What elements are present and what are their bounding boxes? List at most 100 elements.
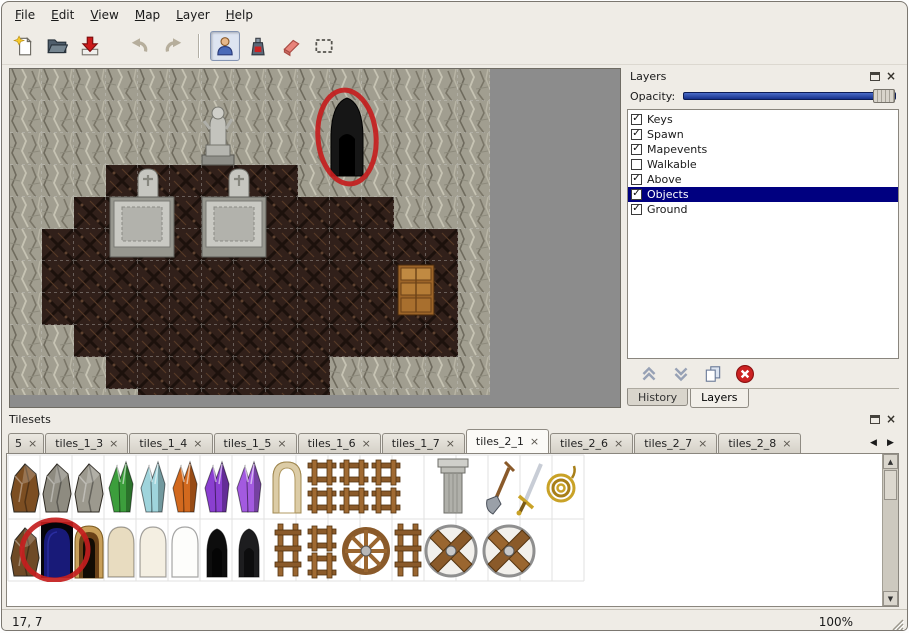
menu-help[interactable]: Help [218,5,261,25]
fill-tool-button[interactable] [243,31,273,61]
layer-row-keys[interactable]: ✓ Keys [628,112,898,127]
open-map-button[interactable] [42,31,72,61]
close-tab-icon[interactable]: × [362,438,371,449]
close-tab-icon[interactable]: × [530,436,539,447]
close-tab-icon[interactable]: × [109,438,118,449]
layer-visibility-checkbox[interactable]: ✓ [631,174,642,185]
select-tool-button[interactable] [309,31,339,61]
tileset-canvas[interactable] [7,454,882,606]
layer-name: Spawn [647,128,684,141]
layer-visibility-checkbox[interactable] [631,159,642,170]
undo-button[interactable] [125,31,155,61]
menu-edit[interactable]: Edit [43,5,82,25]
layer-visibility-checkbox[interactable]: ✓ [631,144,642,155]
scroll-down-icon[interactable]: ▼ [883,591,898,606]
crypt-slab-object [110,197,174,257]
tileset-tab[interactable]: tiles_2_6 × [550,433,633,453]
dock-tab-bar: History Layers [627,388,899,409]
layer-name: Keys [647,113,673,126]
scroll-up-icon[interactable]: ▲ [883,454,898,469]
menu-bar: File Edit View Map Layer Help [2,2,907,27]
scrollbar-track[interactable] [883,501,898,591]
tileset-tab[interactable]: tiles_1_5 × [214,433,297,453]
save-map-icon [79,35,101,57]
tileset-tab-label: tiles_2_8 [728,437,776,450]
layer-row-ground[interactable]: ✓ Ground [628,202,898,217]
tileset-tab[interactable]: tiles_1_4 × [129,433,212,453]
map-view[interactable] [9,68,621,408]
map-canvas[interactable] [10,69,620,407]
duplicate-layer-button[interactable] [703,364,723,384]
close-panel-icon[interactable]: × [886,71,896,81]
menu-file[interactable]: File [7,5,43,25]
menu-map[interactable]: Map [127,5,168,25]
layers-panel-title: Layers [630,70,666,83]
fill-tool-icon [247,35,269,57]
opacity-slider[interactable] [683,89,896,103]
tileset-tab[interactable]: tiles_1_6 × [298,433,381,453]
new-map-button[interactable] [9,31,39,61]
layer-row-mapevents[interactable]: ✓ Mapevents [628,142,898,157]
place-entity-button[interactable] [210,31,240,61]
opacity-control: Opacity: [627,86,899,106]
toolbar [2,27,907,65]
move-layer-up-button[interactable] [639,364,659,384]
layer-row-spawn[interactable]: ✓ Spawn [628,127,898,142]
check-icon: ✓ [632,144,640,154]
scrollbar-thumb[interactable] [884,470,897,500]
check-icon: ✓ [632,114,640,124]
redo-button[interactable] [158,31,188,61]
layer-visibility-checkbox[interactable]: ✓ [631,114,642,125]
close-tab-icon[interactable]: × [193,438,202,449]
menu-view[interactable]: View [82,5,126,25]
resize-grip[interactable] [890,617,904,631]
tileset-tab-label: tiles_2_7 [644,437,692,450]
layer-row-walkable[interactable]: Walkable [628,157,898,172]
move-layer-down-button[interactable] [671,364,691,384]
tileset-tab[interactable]: tiles_2_8 × [718,433,801,453]
tileset-tab-label: tiles_1_6 [308,437,356,450]
layers-panel: Layers × Opacity: ✓ Keys ✓ [627,68,899,409]
status-bar: 17, 7 100% [2,609,907,631]
menu-layer[interactable]: Layer [168,5,217,25]
opacity-slider-track[interactable] [683,92,896,100]
save-map-button[interactable] [75,31,105,61]
gravestone-object [138,169,158,198]
float-panel-icon[interactable] [870,72,880,81]
layer-visibility-checkbox[interactable]: ✓ [631,189,642,200]
close-tab-icon[interactable]: × [446,438,455,449]
layer-visibility-checkbox[interactable]: ✓ [631,204,642,215]
toolbar-separator [198,34,200,58]
tileset-tab[interactable]: tiles_1_7 × [382,433,465,453]
scroll-tabs-right-icon[interactable]: ▶ [882,433,899,453]
undo-icon [129,35,151,57]
layer-name: Ground [647,203,687,216]
tab-layers[interactable]: Layers [690,389,748,408]
delete-layer-button[interactable] [735,364,755,384]
gravestone-object [229,169,249,198]
close-tab-icon[interactable]: × [614,438,623,449]
close-tab-icon[interactable]: × [782,438,791,449]
close-panel-icon[interactable]: × [886,414,896,424]
place-entity-icon [214,35,236,57]
scroll-tabs-left-icon[interactable]: ◀ [865,433,882,453]
tileset-tab[interactable]: tiles_1_3 × [45,433,128,453]
tilesets-panel: Tilesets × 5 × tiles_1_3 × tiles_1_4 × t… [6,411,899,607]
layer-row-objects[interactable]: ✓ Objects [628,187,898,202]
opacity-slider-handle[interactable] [873,89,895,103]
tileset-tab[interactable]: tiles_2_7 × [634,433,717,453]
eraser-tool-button[interactable] [276,31,306,61]
tileset-tab-active[interactable]: tiles_2_1 × [466,429,549,453]
tile-dark-blue-door[interactable] [41,522,73,578]
layer-visibility-checkbox[interactable]: ✓ [631,129,642,140]
layer-name: Objects [647,188,689,201]
close-tab-icon[interactable]: × [277,438,286,449]
tab-history[interactable]: History [627,389,688,406]
tileset-tab[interactable]: 5 × [8,433,44,453]
close-tab-icon[interactable]: × [28,438,37,449]
tileset-tab-label: tiles_1_5 [224,437,272,450]
layer-row-above[interactable]: ✓ Above [628,172,898,187]
close-tab-icon[interactable]: × [698,438,707,449]
tileset-vertical-scrollbar[interactable]: ▲ ▼ [882,454,898,606]
float-panel-icon[interactable] [870,415,880,424]
